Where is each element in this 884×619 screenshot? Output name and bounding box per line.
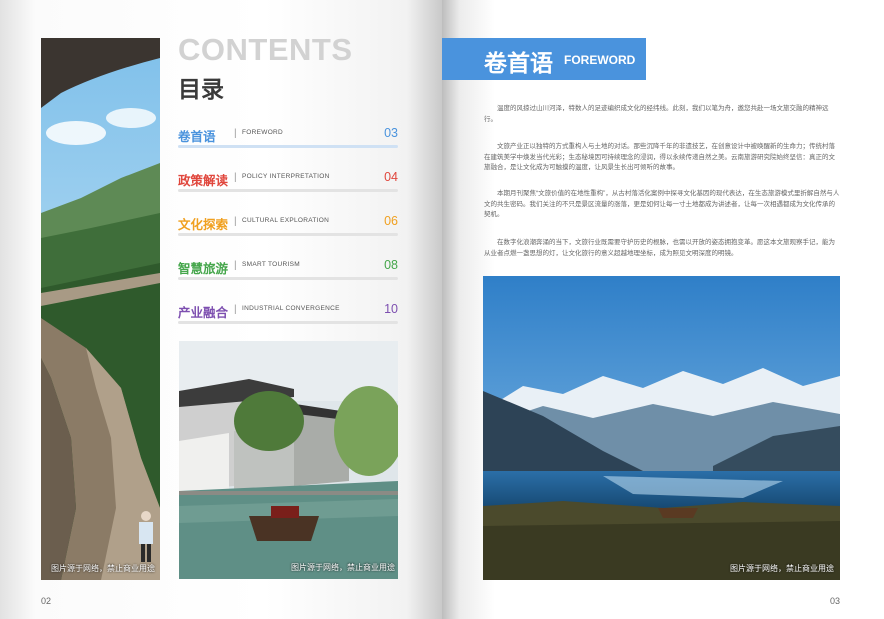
mountain-lake-photo: 图片源于网络，禁止商业用途 [483, 276, 840, 580]
toc-divider [178, 277, 398, 280]
contents-heading-cn: 目录 [178, 76, 224, 102]
mountain-lake-illustration [483, 276, 840, 580]
foreword-title-cn: 卷首语 [484, 50, 553, 76]
toc-title: 卷首语 [178, 130, 216, 144]
photo-caption: 图片源于网络，禁止商业用途 [51, 564, 155, 573]
photo-caption: 图片源于网络，禁止商业用途 [730, 564, 834, 573]
page-number-left: 02 [41, 596, 52, 606]
toc-divider [178, 189, 398, 192]
toc-page-number: 10 [384, 302, 398, 316]
contents-heading-en: CONTENTS [178, 32, 353, 67]
left-page: 图片源于网络，禁止商业用途 CONTENTS 目录 卷首语 | FOREWORD… [0, 0, 442, 619]
toc-item-foreword[interactable]: 卷首语 | FOREWORD 03 [178, 126, 398, 156]
toc-separator: | [234, 128, 237, 139]
magazine-spread: 图片源于网络，禁止商业用途 CONTENTS 目录 卷首语 | FOREWORD… [0, 0, 884, 619]
foreword-paragraph: 温度的风掠过山川河泽，特数人的足迹编织成文化的经纬线。此刻，我们以笔为舟，邀您共… [484, 105, 829, 123]
toc-page-number: 08 [384, 258, 398, 272]
toc-item-smart-tourism[interactable]: 智慧旅游 | SMART TOURISM 08 [178, 258, 398, 288]
toc-subtitle: INDUSTRIAL CONVERGENCE [242, 305, 340, 312]
toc-subtitle: FOREWORD [242, 129, 284, 136]
toc-separator: | [234, 172, 237, 183]
water-town-illustration [179, 341, 398, 579]
toc-page-number: 03 [384, 126, 398, 140]
toc-item-culture[interactable]: 文化探索 | CULTURAL EXPLORATION 06 [178, 214, 398, 244]
toc-separator: | [234, 216, 237, 227]
toc-title: 文化探索 [178, 218, 229, 232]
toc-divider [178, 145, 398, 148]
great-wall-photo: 图片源于网络，禁止商业用途 [41, 38, 160, 580]
photo-caption: 图片源于网络，禁止商业用途 [291, 563, 395, 572]
toc-item-industry[interactable]: 产业融合 | INDUSTRIAL CONVERGENCE 10 [178, 302, 398, 332]
toc-item-policy[interactable]: 政策解读 | POLICY INTERPRETATION 04 [178, 170, 398, 200]
foreword-paragraph: 文旅产业正以独特的方式重构人与土地的对话。那些沉降千年的非遗技艺，在创意设计中被… [484, 143, 835, 171]
toc-divider [178, 321, 398, 324]
page-number-right: 03 [830, 596, 841, 606]
toc-divider [178, 233, 398, 236]
toc-separator: | [234, 260, 237, 271]
toc-subtitle: POLICY INTERPRETATION [242, 173, 330, 180]
toc-page-number: 04 [384, 170, 398, 184]
toc-subtitle: SMART TOURISM [242, 261, 300, 268]
toc-title: 智慧旅游 [178, 262, 229, 276]
toc-title: 政策解读 [178, 174, 229, 188]
toc-title: 产业融合 [178, 306, 229, 320]
foreword-title-en: FOREWORD [564, 53, 636, 67]
water-town-photo: 图片源于网络，禁止商业用途 [179, 341, 398, 579]
great-wall-illustration [41, 38, 160, 580]
foreword-paragraph: 在数字化浪潮奔涌的当下，文旅行业既需要守护历史的根脉，也需以开放的姿态拥抱变革。… [484, 239, 835, 257]
toc-separator: | [234, 304, 237, 315]
toc-subtitle: CULTURAL EXPLORATION [242, 217, 330, 224]
foreword-paragraph: 本期月刊聚焦“文旅价值的在地性重构”，从古村落活化案例中探寻文化基因的现代表达，… [484, 190, 840, 218]
toc-page-number: 06 [384, 214, 398, 228]
